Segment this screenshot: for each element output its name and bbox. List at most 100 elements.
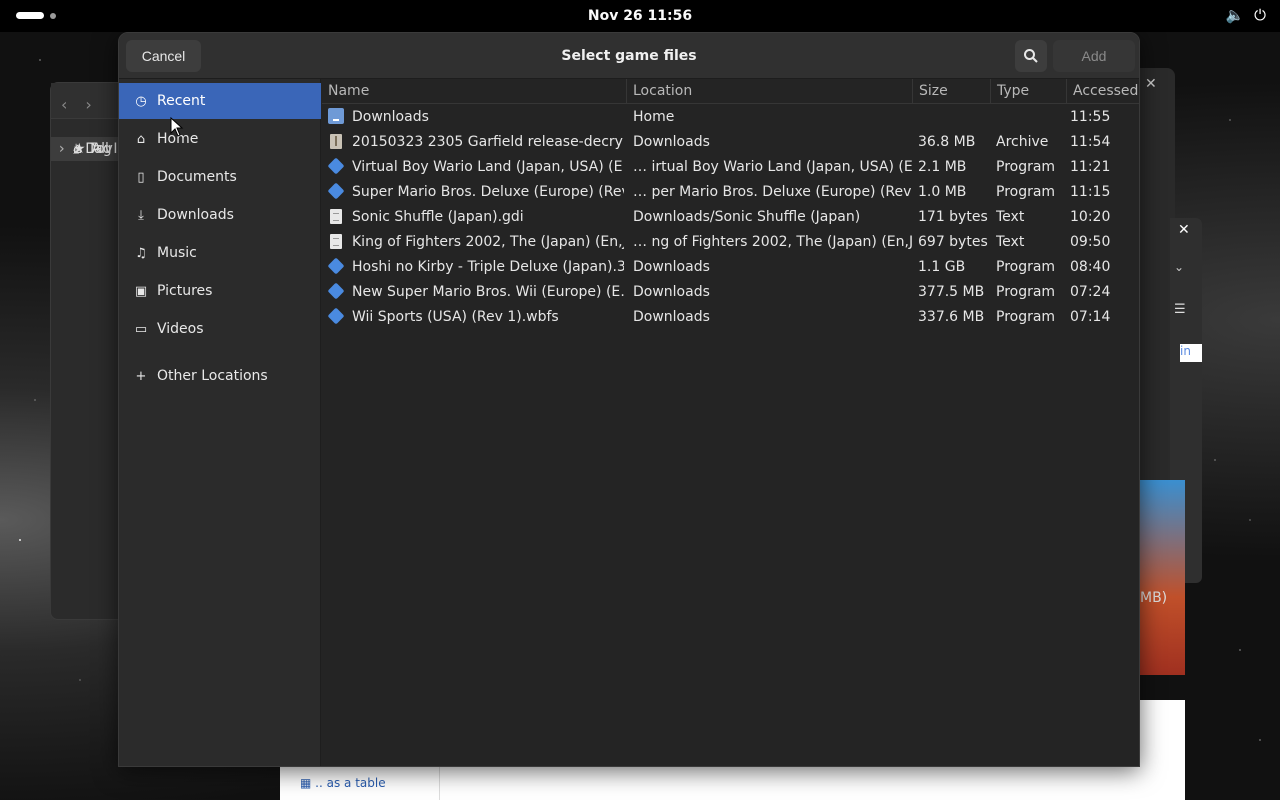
menu-icon[interactable]: ☰ [1174,302,1186,317]
file-name: Hoshi no Kirby - Triple Deluxe (Japan).3… [352,259,624,275]
file-type: Program [996,159,1056,175]
place-documents[interactable]: ▯ Documents [119,159,321,195]
file-size: 697 bytes [918,234,988,250]
file-location-cell: … per Mario Bros. Deluxe (Europe) (Rev 2… [633,180,913,205]
file-accessed-cell: 09:50 [1070,230,1139,255]
place-label: Music [157,245,197,261]
file-size: 36.8 MB [918,134,976,150]
file-row[interactable]: Wii Sports (USA) (Rev 1).wbfs Downloads 33… [322,305,1139,330]
background-partial-link-in[interactable]: in [1180,344,1202,362]
add-button[interactable]: Add [1053,40,1135,72]
file-name: Wii Sports (USA) (Rev 1).wbfs [352,309,559,325]
file-row[interactable]: Downloads Home 11:55 [322,105,1139,130]
clock-icon: ◷ [135,93,147,109]
file-size-cell: 171 bytes [918,205,990,230]
file-accessed-cell: 11:15 [1070,180,1139,205]
volume-icon[interactable]: 🔈 [1225,6,1244,24]
file-size-cell: 1.1 GB [918,255,990,280]
file-size-cell: 36.8 MB [918,130,990,155]
place-label: Pictures [157,283,213,299]
column-header-name[interactable]: Name [322,79,626,104]
place-music[interactable]: ♫ Music [119,235,321,271]
file-accessed-cell: 10:20 [1070,205,1139,230]
file-size-cell: 337.6 MB [918,305,990,330]
background-sidebar-label: All I [91,141,118,157]
file-name-cell: Sonic Shuffle (Japan).gdi [328,205,624,230]
background-close-icon[interactable]: ✕ [1145,76,1157,92]
file-list: Name Location Size Type Accessed Downloa… [322,79,1139,766]
file-type: Program [996,284,1056,300]
place-other-locations[interactable]: + Other Locations [119,358,321,394]
place-pictures[interactable]: ▣ Pictures [119,273,321,309]
file-type-cell: Program [996,155,1066,180]
cancel-button[interactable]: Cancel [126,40,201,72]
file-name-cell: Wii Sports (USA) (Rev 1).wbfs [328,305,624,330]
back-arrow-icon[interactable]: ‹ [61,95,67,114]
file-name: 20150323 2305 Garfield release-decry… [352,134,624,150]
column-header-accessed[interactable]: Accessed [1066,79,1139,104]
file-size: 337.6 MB [918,309,985,325]
file-size-cell: 377.5 MB [918,280,990,305]
file-row[interactable]: Hoshi no Kirby - Triple Deluxe (Japan).3… [322,255,1139,280]
file-accessed: 08:40 [1070,259,1111,275]
place-home[interactable]: ⌂ Home [119,121,321,157]
file-row[interactable]: King of Fighters 2002, The (Japan) (En,J… [322,230,1139,255]
activities-indicator[interactable] [16,12,56,19]
place-recent[interactable]: ◷ Recent [119,83,321,119]
video-icon: ▭ [134,321,148,337]
background-game-image [1140,480,1185,675]
archive-icon [330,134,342,149]
file-name-cell: Super Mario Bros. Deluxe (Europe) (Rev… [328,180,624,205]
dialog-title: Select game files [561,47,697,64]
file-row[interactable]: 20150323 2305 Garfield release-decry… Dow… [322,130,1139,155]
file-type: Text [996,234,1025,250]
column-header-type[interactable]: Type [990,79,1066,104]
folder-icon [328,108,344,124]
column-headers: Name Location Size Type Accessed [322,79,1139,104]
table-icon: ▦ [300,776,316,790]
search-button[interactable] [1015,40,1047,72]
place-label: Other Locations [157,368,268,384]
forward-arrow-icon[interactable]: › [85,95,91,114]
file-type-cell: Program [996,180,1066,205]
column-header-size[interactable]: Size [912,79,990,104]
file-name: King of Fighters 2002, The (Japan) (En,J… [352,234,624,250]
text-file-icon [330,209,342,224]
file-row[interactable]: New Super Mario Bros. Wii (Europe) (E… Do… [322,280,1139,305]
file-accessed: 07:24 [1070,284,1111,300]
file-name: Sonic Shuffle (Japan).gdi [352,209,524,225]
file-row[interactable]: Virtual Boy Wario Land (Japan, USA) (E… …… [322,155,1139,180]
file-location: Downloads [633,309,710,325]
program-icon [328,307,345,325]
file-location-cell: Downloads [633,305,913,330]
column-header-location[interactable]: Location [626,79,912,104]
expander-chevron-icon[interactable]: › [59,141,67,157]
system-tray[interactable]: 🔈 ⏻ [1225,6,1266,24]
file-accessed: 11:54 [1070,134,1111,150]
file-chooser-dialog: Cancel Select game files Add ◷ Recent ⌂ Hom… [118,32,1140,767]
file-accessed-cell: 07:14 [1070,305,1139,330]
as-table-link[interactable]: ▦ .. as a table [300,776,386,790]
program-icon [328,257,345,275]
file-name-cell: Virtual Boy Wario Land (Japan, USA) (E… [328,155,624,180]
file-row[interactable]: Sonic Shuffle (Japan).gdi Downloads/Sonic… [322,205,1139,230]
chevron-down-icon[interactable]: ⌄ [1174,260,1184,274]
file-location: Downloads [633,259,710,275]
clock[interactable]: Nov 26 11:56 [588,8,692,24]
close-icon[interactable]: ✕ [1178,222,1190,238]
file-size: 377.5 MB [918,284,985,300]
file-size-cell: 2.1 MB [918,155,990,180]
file-row[interactable]: Super Mario Bros. Deluxe (Europe) (Rev… …… [322,180,1139,205]
places-sidebar: ◷ Recent ⌂ Home ▯ Documents ⤓ Downloads ♫ Music ▣ P… [119,79,321,766]
file-type-cell: Text [996,230,1066,255]
power-icon[interactable]: ⏻ [1254,6,1266,24]
place-videos[interactable]: ▭ Videos [119,311,321,347]
home-icon: ⌂ [136,131,146,147]
file-location: Downloads [633,134,710,150]
music-icon: ♫ [135,245,147,261]
document-icon: ▯ [137,169,145,185]
place-label: Recent [157,93,206,109]
file-accessed: 11:21 [1070,159,1111,175]
place-downloads[interactable]: ⤓ Downloads [119,197,321,233]
file-type-cell: Text [996,205,1066,230]
